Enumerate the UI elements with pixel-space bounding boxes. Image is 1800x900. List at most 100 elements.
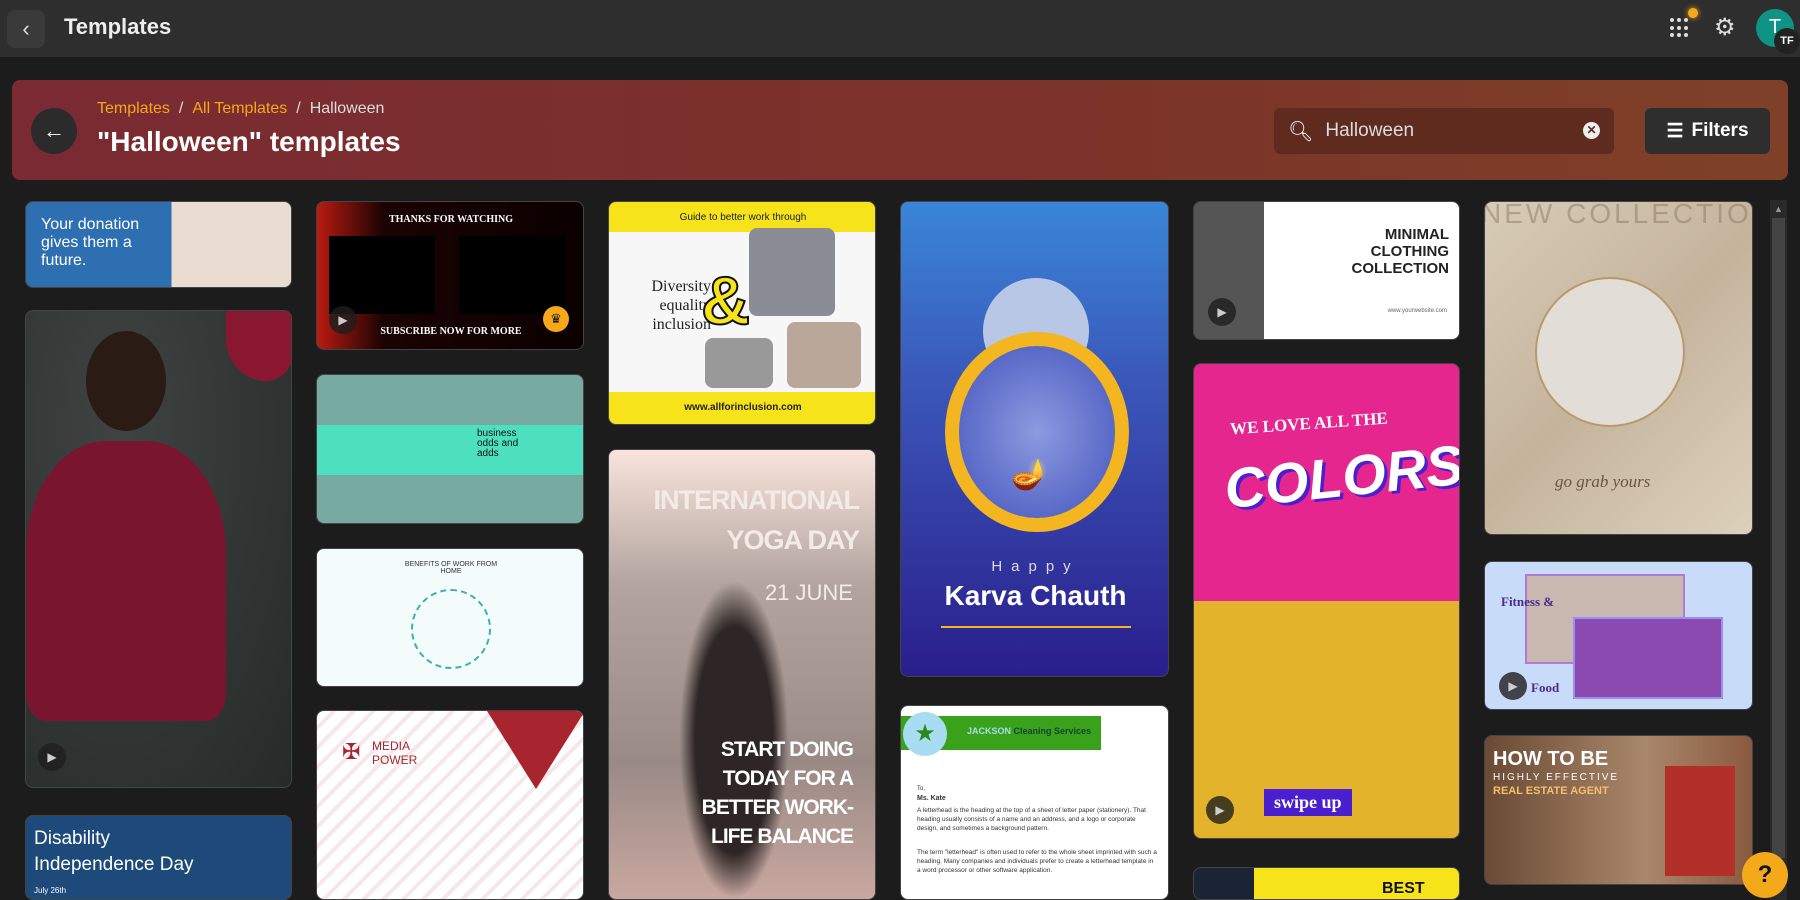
- card-title: Diversity equality inclusion: [651, 278, 711, 333]
- breadcrumb-all-templates[interactable]: All Templates: [192, 100, 287, 117]
- letter-name: Ms. Kate: [917, 795, 946, 802]
- card-title: THANKS FOR WATCHING: [388, 214, 514, 225]
- avatar-badge[interactable]: TF: [1774, 28, 1800, 54]
- brand-name: JACKSON: [967, 726, 1012, 736]
- template-card-karva[interactable]: 🪔 Happy Karva Chauth: [900, 201, 1169, 677]
- card-subtitle: REAL ESTATE AGENT: [1493, 785, 1609, 797]
- card-date: July 26th: [34, 886, 67, 895]
- card-header: Guide to better work through: [679, 212, 807, 223]
- swipe-up-label: swipe up: [1264, 789, 1352, 816]
- video-slot: [329, 236, 435, 314]
- help-button[interactable]: ?: [1742, 852, 1788, 898]
- apps-grid-icon[interactable]: [1670, 18, 1690, 38]
- card-url: www.yourwebsite.com: [1387, 308, 1447, 314]
- card-subtitle: Happy: [991, 558, 1080, 575]
- sieve-ring: [945, 332, 1129, 532]
- photo: [1573, 617, 1723, 699]
- card-title: business odds and adds: [477, 428, 519, 459]
- search-box[interactable]: 🔍︎ ✕: [1274, 108, 1614, 154]
- template-card-fitness[interactable]: Fitness & Food ▶: [1484, 561, 1753, 710]
- diya-icon: 🪔: [1011, 458, 1049, 491]
- card-title: MINIMAL CLOTHING COLLECTION: [1351, 226, 1450, 277]
- back-button[interactable]: ‹: [7, 10, 45, 48]
- play-icon[interactable]: ▶: [38, 743, 66, 771]
- card-script: go grab yours: [1555, 472, 1651, 491]
- crown-icon: ♛: [543, 306, 569, 332]
- template-card-media-power[interactable]: ✠ MEDIA POWER: [316, 710, 584, 900]
- photo-circle: [1535, 277, 1685, 427]
- card-footer: SUBSCRIBE NOW FOR MORE: [380, 326, 522, 337]
- chevron-decor: [487, 711, 583, 789]
- decor-shape: [226, 311, 291, 381]
- play-icon[interactable]: ▶: [1208, 298, 1236, 326]
- search-icon: 🔍︎: [1288, 120, 1314, 143]
- card-brand: JACKSON Cleaning Services: [967, 726, 1091, 736]
- head-shape: [86, 331, 166, 431]
- template-card-colors[interactable]: WE LOVE ALL THE COLORS swipe up ▶: [1193, 363, 1460, 839]
- template-card-best[interactable]: BEST: [1193, 867, 1460, 900]
- template-card-minimal[interactable]: MINIMAL CLOTHING COLLECTION www.yourwebs…: [1193, 201, 1460, 340]
- template-card-jackson[interactable]: ★ JACKSON Cleaning Services To, Ms. Kate…: [900, 705, 1169, 900]
- card-body: START DOING TODAY FOR A BETTER WORK-LIFE…: [701, 738, 854, 848]
- sliders-icon: ☰: [1666, 120, 1684, 142]
- letter-paragraph: The term "letterhead" is often used to r…: [917, 849, 1157, 874]
- card-title: INTERNATIONAL YOGA DAY: [653, 485, 860, 555]
- top-bar: ‹ Templates ⚙ T TF: [0, 0, 1800, 57]
- sweater-shape: [26, 441, 226, 721]
- service-name: Cleaning Services: [1013, 726, 1092, 736]
- card-title: BENEFITS OF WORK FROM HOME: [404, 561, 498, 575]
- page-title: "Halloween" templates: [97, 126, 401, 157]
- diagram-circle: [411, 589, 491, 669]
- breadcrumb: Templates / All Templates / Halloween: [97, 100, 385, 117]
- card-subtitle: WE LOVE ALL THE: [1229, 408, 1389, 439]
- template-card-real-estate[interactable]: HOW TO BE HIGHLY EFFECTIVE REAL ESTATE A…: [1484, 735, 1753, 885]
- template-card-portrait[interactable]: ▶: [25, 310, 292, 788]
- card-title: BEST: [1382, 880, 1425, 897]
- scrollbar[interactable]: ▲: [1770, 200, 1787, 900]
- template-card-new-collection[interactable]: NEW COLLECTION go grab yours: [1484, 201, 1753, 535]
- template-card-business[interactable]: business odds and adds: [316, 374, 584, 524]
- scroll-up-icon[interactable]: ▲: [1774, 204, 1783, 214]
- template-card-benefits[interactable]: BENEFITS OF WORK FROM HOME: [316, 548, 584, 687]
- breadcrumb-templates[interactable]: Templates: [97, 100, 170, 117]
- card-title: COLORS: [1221, 432, 1460, 521]
- scrollbar-thumb[interactable]: [1772, 218, 1785, 858]
- logo-icon: ✠: [342, 739, 361, 764]
- template-card-disability[interactable]: Disability Independence Day July 26th: [25, 815, 292, 900]
- ampersand: &: [700, 262, 751, 340]
- gear-icon[interactable]: ⚙: [1714, 13, 1736, 42]
- search-banner: ← Templates / All Templates / Halloween "Hal…: [12, 80, 1788, 180]
- card-text: Your donation gives them a future.: [41, 216, 140, 269]
- card-title: NEW COLLECTION: [1484, 201, 1753, 229]
- back-arrow-button[interactable]: ←: [31, 108, 77, 154]
- photo: [787, 322, 861, 388]
- search-input[interactable]: [1325, 120, 1576, 142]
- card-subtitle: Independence Day: [34, 854, 194, 875]
- card-subtitle: Food: [1531, 680, 1560, 695]
- clear-search-icon[interactable]: ✕: [1583, 122, 1600, 139]
- card-url: www.allforinclusion.com: [684, 402, 802, 413]
- template-card-donation[interactable]: Your donation gives them a future.: [25, 201, 292, 288]
- template-card-yoga[interactable]: INTERNATIONAL YOGA DAY 21 JUNE START DOI…: [608, 449, 876, 900]
- breadcrumb-current: Halloween: [309, 100, 385, 117]
- video-slot: [459, 236, 565, 314]
- template-card-thanks[interactable]: THANKS FOR WATCHING SUBSCRIBE NOW FOR MO…: [316, 201, 584, 350]
- play-icon[interactable]: ▶: [1499, 672, 1527, 700]
- letter-paragraph: A letterhead is the heading at the top o…: [917, 807, 1146, 832]
- card-title: Disability: [34, 828, 111, 849]
- card-title: HOW TO BE: [1493, 748, 1609, 770]
- ornament-divider: [941, 626, 1131, 628]
- notification-dot: [1688, 8, 1698, 18]
- card-title: Karva Chauth: [944, 580, 1127, 611]
- banner-strip: [317, 425, 583, 475]
- filters-button[interactable]: ☰ Filters: [1645, 108, 1770, 154]
- filters-label: Filters: [1691, 120, 1749, 141]
- template-card-diversity[interactable]: Guide to better work through Diversity e…: [608, 201, 876, 425]
- house: [1665, 766, 1735, 876]
- star-logo-icon: ★: [903, 712, 947, 756]
- play-icon[interactable]: ▶: [1206, 796, 1234, 824]
- play-icon[interactable]: ▶: [329, 306, 357, 334]
- card-title: Fitness &: [1501, 594, 1555, 609]
- card-subtitle: HIGHLY EFFECTIVE: [1493, 772, 1620, 783]
- letter-to: To,: [917, 786, 926, 792]
